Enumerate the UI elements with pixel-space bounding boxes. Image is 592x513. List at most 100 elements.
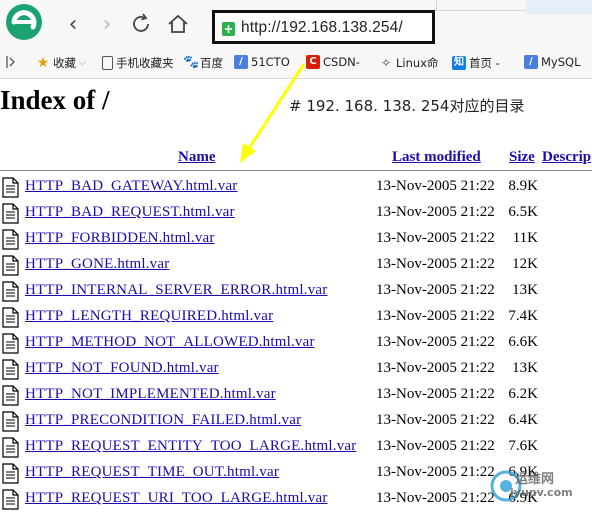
file-icon[interactable] [2,177,19,198]
file-modified: 13-Nov-2005 21:22 [376,308,495,324]
table-row: HTTP_BAD_GATEWAY.html.var 13-Nov-2005 21:… [0,175,592,201]
table-row: HTTP_METHOD_NOT_ALLOWED.html.var 13-Nov-2… [0,331,592,357]
file-icon[interactable] [2,437,19,458]
file-modified: 13-Nov-2005 21:22 [376,230,495,246]
file-link[interactable]: HTTP_BAD_GATEWAY.html.var [25,178,238,195]
bookmark-mysql[interactable]: / MySQL [524,55,581,69]
annotation-note: # 192. 168. 138. 254对应的目录 [289,97,525,115]
file-icon[interactable] [2,203,19,224]
file-icon[interactable] [2,255,19,276]
file-icon[interactable] [2,359,19,380]
directory-listing-page: Index of / # 192. 168. 138. 254对应的目录 Nam… [0,79,592,510]
file-link[interactable]: HTTP_NOT_IMPLEMENTED.html.var [25,386,276,403]
file-link[interactable]: HTTP_REQUEST_URI_TOO_LARGE.html.var [25,490,328,507]
tab-strip-active [526,0,592,14]
file-modified: 13-Nov-2005 21:22 [376,178,495,194]
bookmark-baidu[interactable]: 🐾 百度 [183,55,223,71]
watermark-domain: iyunv.com [510,486,573,499]
bookmark-csdn[interactable]: C CSDN- [306,55,360,69]
file-link[interactable]: HTTP_GONE.html.var [25,256,169,273]
table-row: HTTP_PRECONDITION_FAILED.html.var 13-Nov-… [0,409,592,435]
file-size: 6.5K [508,204,538,220]
watermark-text: 运维网 [515,472,555,487]
file-size: 7.4K [508,308,538,324]
table-row: HTTP_BAD_REQUEST.html.var 13-Nov-2005 21:… [0,201,592,227]
url-text: http://192.168.138.254/ [241,19,403,36]
file-icon[interactable] [2,281,19,302]
file-modified: 13-Nov-2005 21:22 [376,438,495,454]
51cto-icon: / [234,55,248,69]
star-icon: ★ [36,55,50,71]
baidu-icon: 🐾 [183,55,200,70]
forward-arrow-icon[interactable]: › [94,12,120,38]
table-row: HTTP_REQUEST_ENTITY_TOO_LARGE.html.var 13… [0,435,592,461]
file-link[interactable]: HTTP_LENGTH_REQUIRED.html.var [25,308,273,325]
file-size: 8.9K [508,178,538,194]
mysql-icon: / [524,55,538,69]
file-size: 11K [512,230,538,246]
browser-logo-icon[interactable] [3,2,45,42]
table-row: HTTP_INTERNAL_SERVER_ERROR.html.var 13-No… [0,279,592,305]
zhihu-icon: 知 [452,56,466,70]
file-modified: 13-Nov-2005 21:22 [376,360,495,376]
page-title: Index of / [0,85,110,115]
column-header-last-modified[interactable]: Last modified [392,149,481,166]
file-link[interactable]: HTTP_PRECONDITION_FAILED.html.var [25,412,301,429]
back-arrow-icon[interactable]: ‹ [60,12,86,38]
address-bar[interactable]: http://192.168.138.254/ [212,10,435,44]
file-modified: 13-Nov-2005 21:22 [376,490,495,506]
file-link[interactable]: HTTP_INTERNAL_SERVER_ERROR.html.var [25,282,327,299]
file-icon[interactable] [2,385,19,406]
file-size: 12K [512,256,538,272]
file-link[interactable]: HTTP_FORBIDDEN.html.var [25,230,215,247]
file-size: 7.6K [508,438,538,454]
tab-strip [436,0,527,11]
file-link[interactable]: HTTP_REQUEST_ENTITY_TOO_LARGE.html.var [25,438,356,455]
file-modified: 13-Nov-2005 21:22 [376,334,495,350]
file-icon[interactable] [2,307,19,328]
sidebar-toggle-icon[interactable] [6,55,16,69]
browser-toolbar: ‹ › http://192.168.138.254/ [0,0,592,48]
bookmark-mobile[interactable]: 手机收藏夹 [102,55,174,71]
table-row: HTTP_NOT_FOUND.html.var 13-Nov-2005 21:22… [0,357,592,383]
shield-icon [222,22,235,36]
file-icon[interactable] [2,463,19,484]
table-row: HTTP_FORBIDDEN.html.var 13-Nov-2005 21:22… [0,227,592,253]
file-size: 6.4K [508,412,538,428]
file-modified: 13-Nov-2005 21:22 [376,386,495,402]
bookmark-zhihu[interactable]: 知首页 - [452,55,500,71]
column-header-name[interactable]: Name [178,149,216,166]
file-modified: 13-Nov-2005 21:22 [376,464,495,480]
file-size: 6.6K [508,334,538,350]
file-modified: 13-Nov-2005 21:22 [376,256,495,272]
file-icon[interactable] [2,411,19,432]
reload-icon[interactable] [128,12,154,38]
table-row: HTTP_LENGTH_REQUIRED.html.var 13-Nov-2005… [0,305,592,331]
header-divider [0,170,592,171]
file-size: 6.2K [508,386,538,402]
file-modified: 13-Nov-2005 21:22 [376,282,495,298]
file-link[interactable]: HTTP_BAD_REQUEST.html.var [25,204,235,221]
bookmark-favorites[interactable]: ★ 收藏 ⌵ [36,55,86,71]
bookmark-linux[interactable]: ✧ Linux命 [379,55,439,71]
home-icon[interactable] [165,12,191,38]
file-icon[interactable] [2,489,19,510]
file-modified: 13-Nov-2005 21:22 [376,412,495,428]
column-header-description[interactable]: Descrip [542,149,591,166]
table-row: HTTP_NOT_IMPLEMENTED.html.var 13-Nov-2005… [0,383,592,409]
bookmarks-bar: ★ 收藏 ⌵ 手机收藏夹 🐾 百度 /51CTO C CSDN- ✧ Linux命 知首页… [0,48,592,79]
column-header-size[interactable]: Size [509,149,535,166]
table-row: HTTP_GONE.html.var 13-Nov-2005 21:22 12K [0,253,592,279]
file-icon[interactable] [2,333,19,354]
phone-icon [102,56,113,70]
file-icon[interactable] [2,229,19,250]
file-link[interactable]: HTTP_METHOD_NOT_ALLOWED.html.var [25,334,315,351]
csdn-icon: C [306,55,320,69]
file-size: 13K [512,360,538,376]
file-modified: 13-Nov-2005 21:22 [376,204,495,220]
file-link[interactable]: HTTP_REQUEST_TIME_OUT.html.var [25,464,279,481]
file-link[interactable]: HTTP_NOT_FOUND.html.var [25,360,219,377]
file-size: 13K [512,282,538,298]
linux-icon: ✧ [380,56,392,70]
bookmark-51cto[interactable]: /51CTO [234,55,290,69]
